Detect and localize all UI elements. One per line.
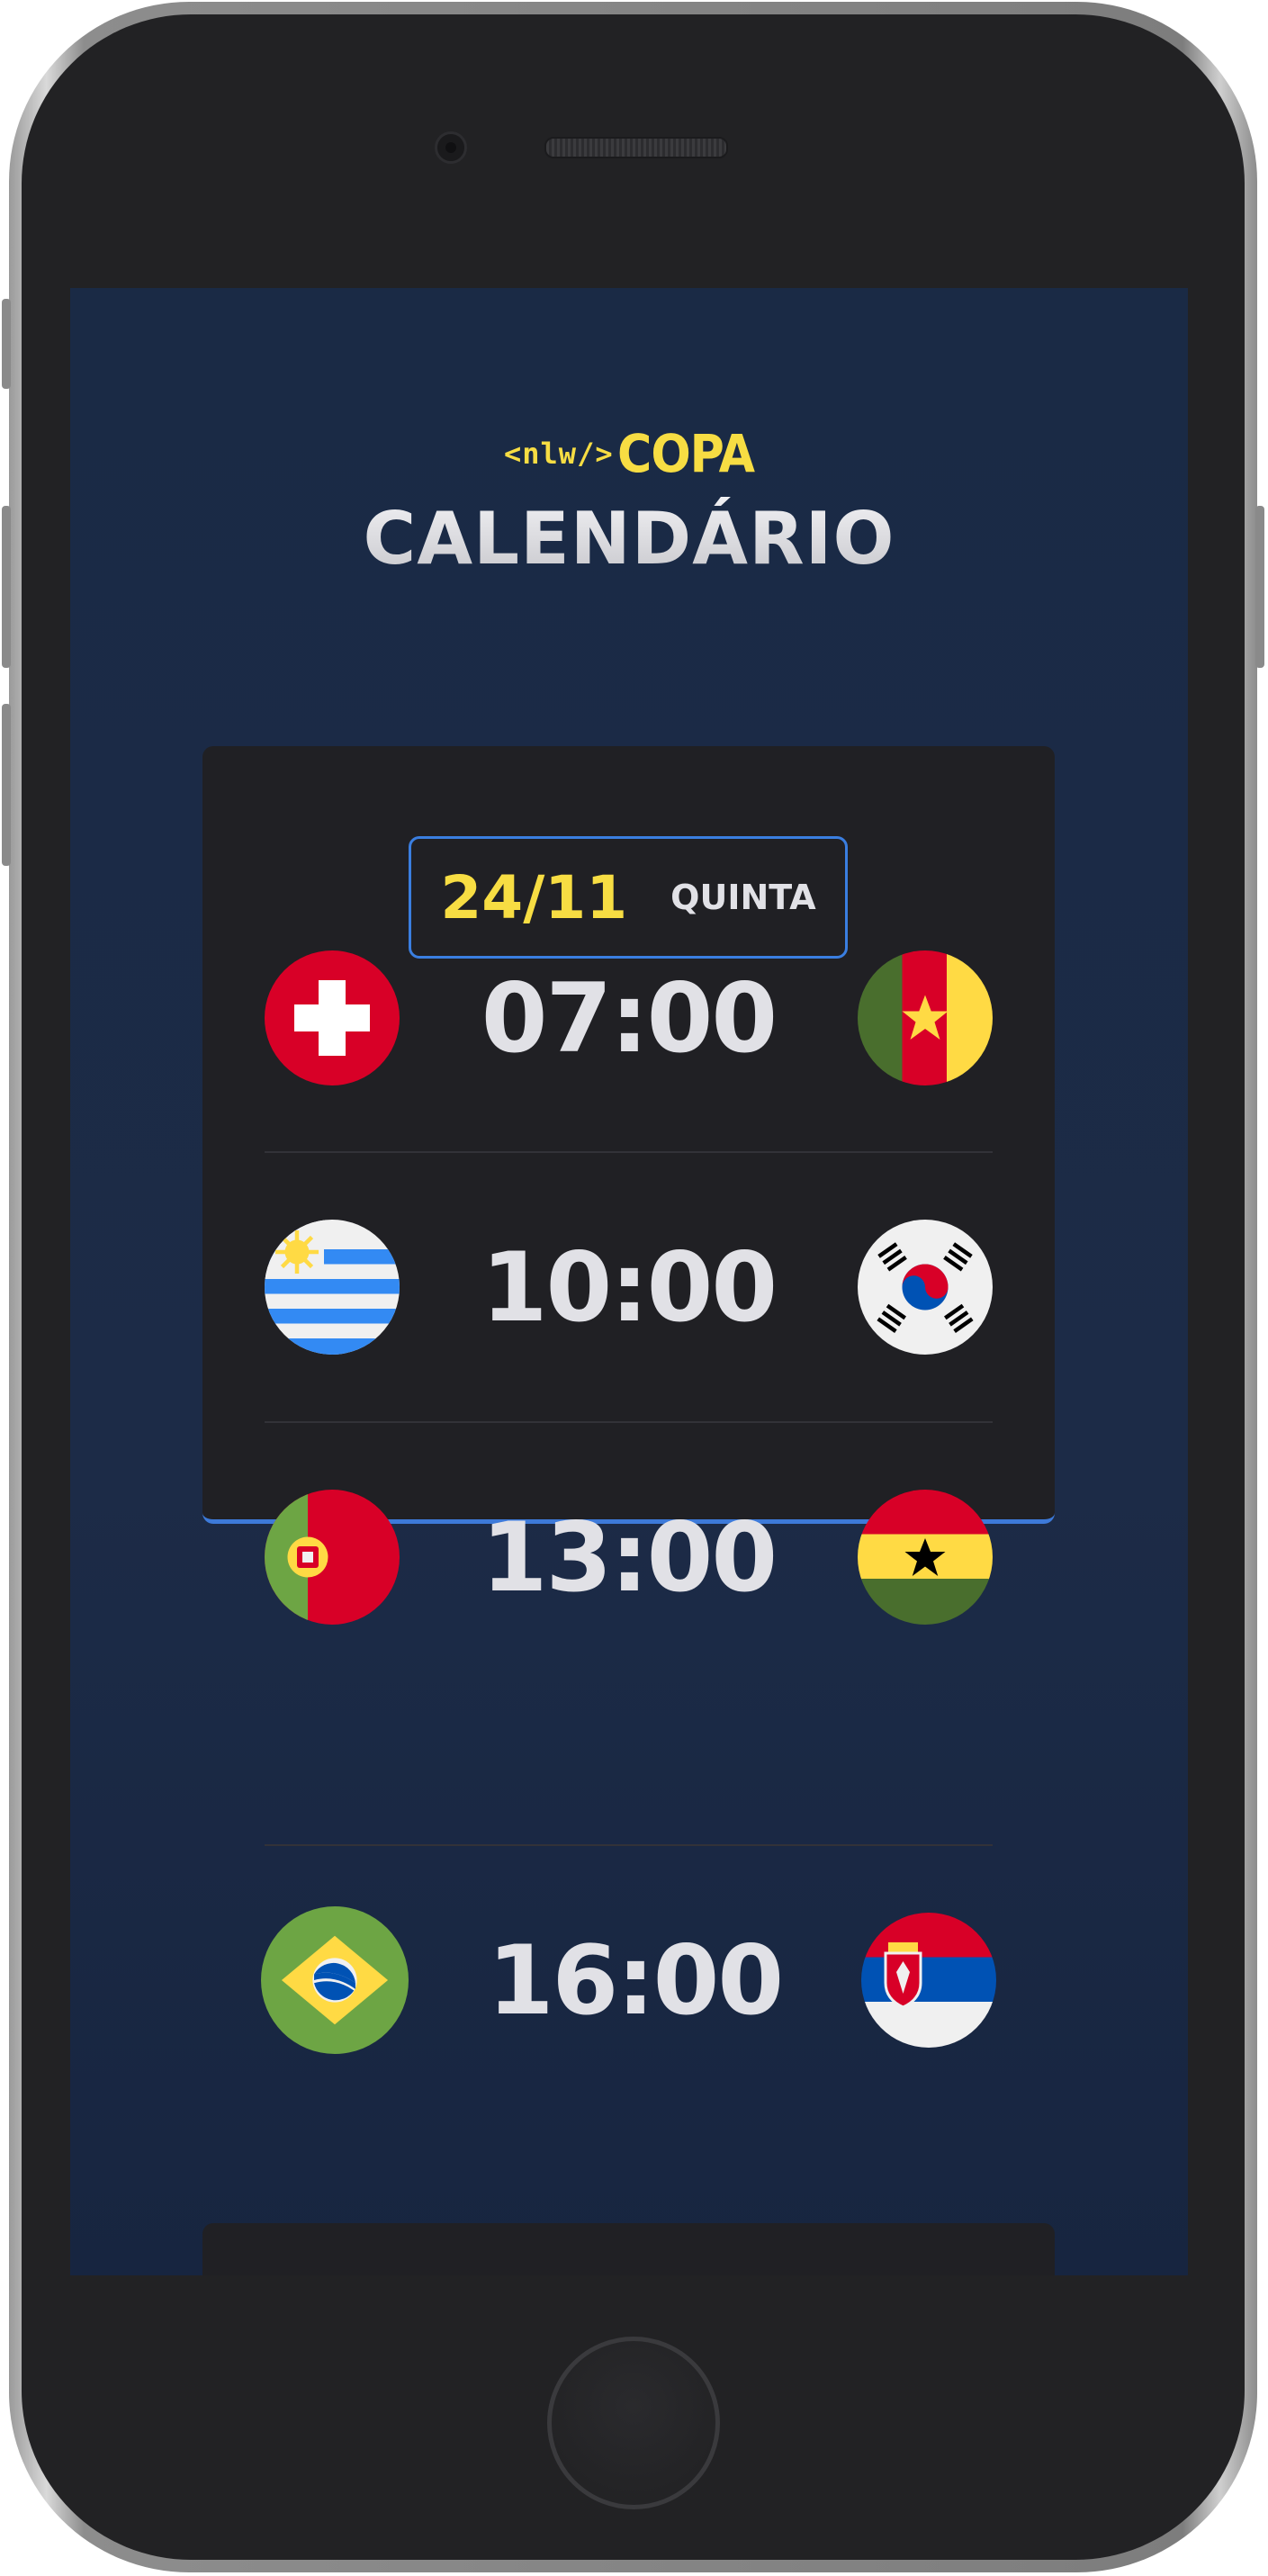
screen-overlay: 16:00 [70, 288, 1188, 2275]
match-time: 16:00 [487, 1924, 784, 2036]
volume-down-button [2, 704, 11, 866]
brazil-flag-icon [261, 1906, 409, 2054]
earpiece-speaker [544, 137, 728, 158]
match-row[interactable]: 16:00 [261, 1846, 996, 2114]
front-camera [435, 131, 467, 164]
home-button[interactable] [547, 2337, 720, 2509]
power-button [1255, 506, 1264, 668]
mute-switch [2, 299, 11, 389]
next-day-card [202, 2223, 1055, 2275]
volume-up-button [2, 506, 11, 668]
serbia-flag-icon [860, 1913, 996, 2048]
